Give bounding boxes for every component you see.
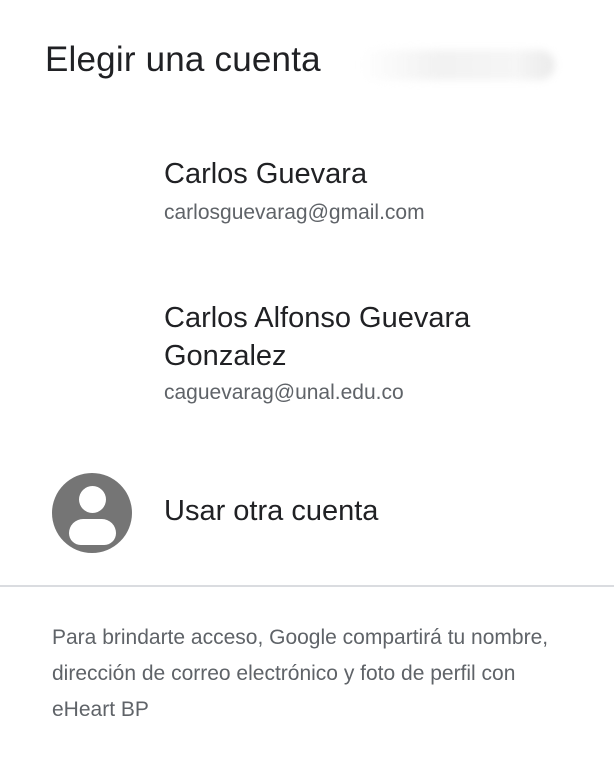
account-email: carlosguevarag@gmail.com	[164, 201, 425, 224]
use-other-account-button[interactable]: Usar otra cuenta	[0, 470, 614, 560]
dialog-title: Elegir una cuenta	[45, 40, 321, 79]
account-chooser-dialog: Elegir una cuenta Carlos Guevara carlosg…	[0, 0, 614, 776]
use-other-account-label: Usar otra cuenta	[164, 495, 379, 527]
avatar-head-shape	[79, 486, 106, 513]
account-circle-icon	[52, 473, 132, 553]
account-name: Carlos Guevara	[164, 158, 368, 190]
account-name: Carlos Alfonso Guevara Gonzalez	[164, 302, 471, 372]
account-item-carlos-alfonso[interactable]: Carlos Alfonso Guevara Gonzalez caguevar…	[0, 296, 614, 446]
avatar-body-shape	[69, 519, 116, 545]
privacy-disclaimer: Para brindarte acceso, Google compartirá…	[52, 626, 549, 721]
account-item-carlos-guevara[interactable]: Carlos Guevara carlosguevarag@gmail.com	[0, 150, 614, 260]
divider	[0, 585, 614, 587]
account-email: caguevarag@unal.edu.co	[164, 381, 404, 404]
blurred-title-region	[360, 50, 555, 80]
